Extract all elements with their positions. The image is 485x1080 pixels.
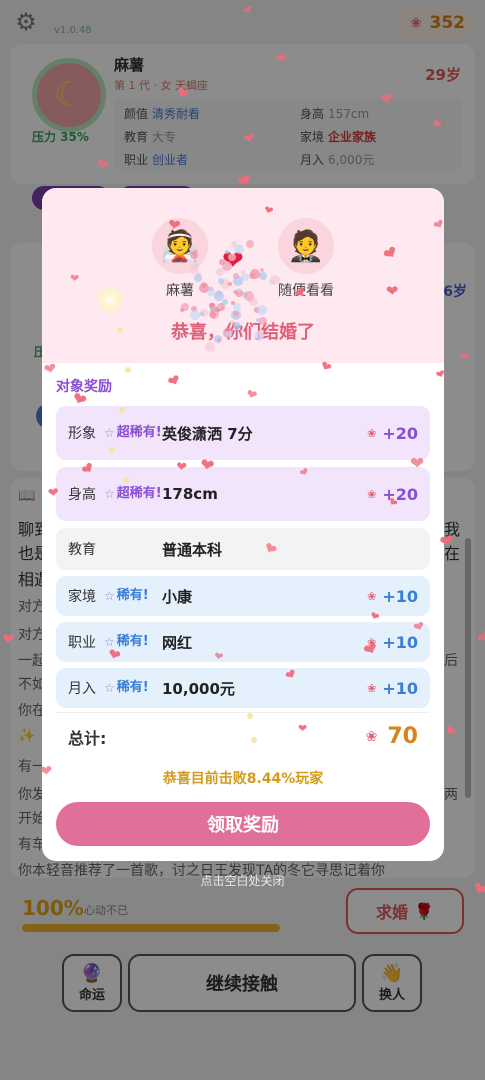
reward-value: 普通本科 (162, 540, 223, 559)
partner-portrait: 🤵 随便看看 (274, 218, 338, 300)
reward-value: 10,000元 (162, 679, 235, 698)
heart-icon: ❤ (222, 246, 244, 276)
reward-bonus: ❀ +20 (367, 484, 418, 504)
reward-row-job: 职业 ☆ 稀有! 网红 ❀ +10 (56, 622, 430, 662)
player-name: 麻薯 (166, 283, 194, 299)
lotus-icon: ❀ (365, 728, 378, 745)
star-icon: ☆ (104, 635, 115, 649)
rarity-tag: ☆ 超稀有! (104, 425, 162, 440)
dialog-header: 👰 麻薯 ❤ 🤵 随便看看 恭喜，你们结婚了 (42, 188, 444, 363)
reward-row-education: 教育 普通本科 (56, 528, 430, 570)
reward-category: 形象 (68, 426, 96, 442)
reward-category: 月入 (68, 681, 96, 697)
star-icon: ☆ (104, 487, 115, 501)
star-icon: ☆ (104, 681, 115, 695)
reward-bonus: ❀ +10 (367, 586, 418, 606)
total-value: 70 (387, 724, 418, 749)
section-title: 对象奖励 (56, 379, 112, 395)
reward-row-family: 家境 ☆ 稀有! 小康 ❀ +10 (56, 576, 430, 616)
lotus-icon: ❀ (367, 681, 377, 695)
reward-bonus: ❀ +10 (367, 632, 418, 652)
star-icon: ☆ (104, 589, 115, 603)
reward-row-height: 身高 ☆ 超稀有! 178cm ❀ +20 (56, 467, 430, 521)
reward-value: 网红 (162, 633, 193, 652)
reward-value: 英俊潇洒 7分 (162, 424, 253, 443)
lotus-icon: ❀ (367, 487, 377, 501)
beat-players-text: 恭喜目前击败8.44%玩家 (162, 771, 324, 787)
reward-value: 178cm (162, 485, 218, 503)
total-row: 总计: ❀ 70 (56, 712, 430, 760)
groom-icon: 🤵 (278, 218, 334, 274)
close-hint: 点击空白处关闭 (200, 874, 285, 888)
rarity-tag: ☆ 稀有! (104, 634, 149, 649)
reward-bonus: ❀ +20 (367, 423, 418, 443)
lotus-icon: ❀ (367, 589, 377, 603)
partner-name: 随便看看 (278, 283, 334, 299)
bride-icon: 👰 (152, 218, 208, 274)
marriage-reward-dialog: 👰 麻薯 ❤ 🤵 随便看看 恭喜，你们结婚了 对象奖励 形象 ☆ 超稀有! 英俊潇… (42, 188, 444, 861)
reward-bonus: ❀ +10 (367, 678, 418, 698)
congrats-title: 恭喜，你们结婚了 (171, 322, 315, 343)
reward-category: 身高 (68, 487, 96, 503)
reward-row-looks: 形象 ☆ 超稀有! 英俊潇洒 7分 ❀ +20 (56, 406, 430, 460)
player-portrait: 👰 麻薯 (148, 218, 212, 300)
reward-category: 家境 (68, 589, 96, 605)
reward-category: 教育 (68, 542, 96, 558)
rarity-tag: ☆ 超稀有! (104, 486, 162, 501)
claim-reward-button[interactable]: 领取奖励 (56, 802, 430, 846)
total-label: 总计: (68, 728, 107, 748)
lotus-icon: ❀ (367, 635, 377, 649)
reward-category: 职业 (68, 635, 96, 651)
reward-value: 小康 (162, 587, 193, 606)
reward-row-income: 月入 ☆ 稀有! 10,000元 ❀ +10 (56, 668, 430, 708)
lotus-icon: ❀ (367, 426, 377, 440)
star-icon: ☆ (104, 426, 115, 440)
rarity-tag: ☆ 稀有! (104, 680, 149, 695)
rarity-tag: ☆ 稀有! (104, 588, 149, 603)
